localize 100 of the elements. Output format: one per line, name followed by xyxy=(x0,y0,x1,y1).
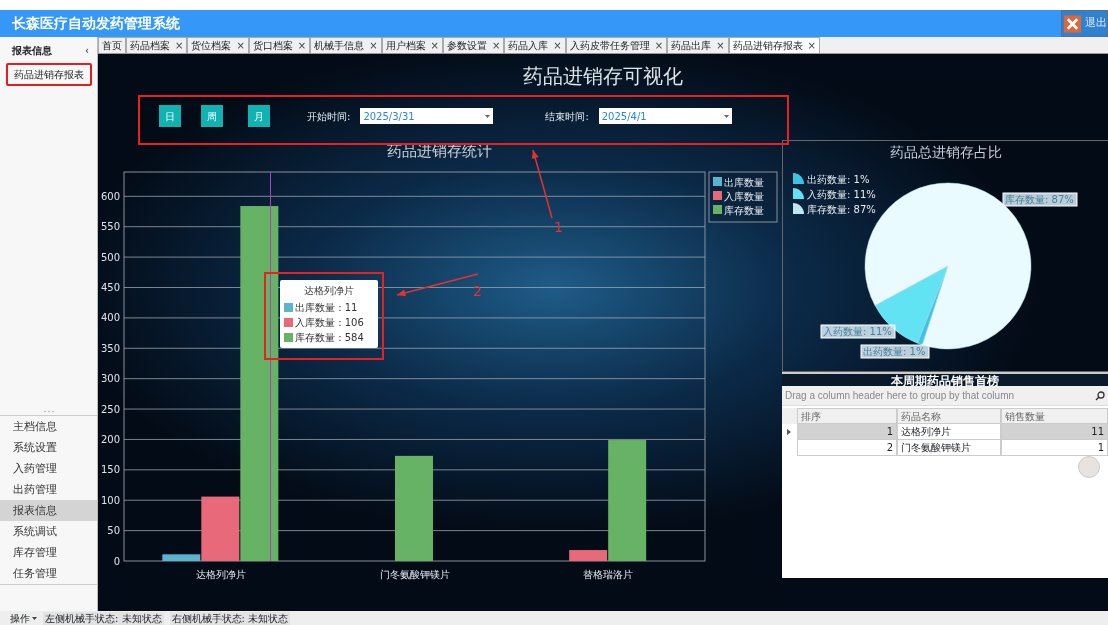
legend-label: 入药数量: 11% xyxy=(807,189,876,200)
avatar[interactable] xyxy=(1078,456,1100,478)
axis-tick-label: 0 xyxy=(113,555,120,567)
tooltip-value: 出库数量 : 11 xyxy=(295,301,358,315)
axis-tick-label: 500 xyxy=(100,251,120,263)
axis-tick-label: 50 xyxy=(107,525,120,537)
legend-swatch xyxy=(713,205,722,214)
tab-close-button[interactable]: × xyxy=(654,38,664,53)
tab-label: 药品入库 xyxy=(508,39,549,53)
nav-item[interactable]: 报表信息 xyxy=(0,500,97,521)
callout-arrow xyxy=(531,149,553,219)
tab-label: 用户档案 xyxy=(385,39,426,53)
axis-tick-label: 350 xyxy=(100,342,120,354)
tab[interactable]: 货位档案 × xyxy=(187,37,249,53)
nav-item[interactable]: 入药管理 xyxy=(0,458,97,479)
row-indicator-icon xyxy=(787,429,792,435)
app-title: 长森医疗自动发药管理系统 xyxy=(11,14,180,33)
legend-panel xyxy=(708,171,778,223)
grip-icon xyxy=(43,410,54,413)
data-label: : 11% xyxy=(863,326,892,337)
tab[interactable]: 入药皮带任务管理 × xyxy=(565,37,668,53)
callout-number: 2 xyxy=(473,284,482,298)
tab-label: 药品进销存报表 xyxy=(732,39,803,53)
column-header[interactable]: 排序 xyxy=(796,408,898,424)
tab-label: 货位档案 xyxy=(191,39,232,53)
axis-tick-label: 250 xyxy=(100,403,120,415)
table-row[interactable]: 2 门冬氨酸钾镁片 1 xyxy=(782,440,1108,456)
tab[interactable]: 用户档案 × xyxy=(381,37,443,53)
tab[interactable]: 参数设置 × xyxy=(442,37,505,53)
tab-label: 药品档案 xyxy=(130,39,170,53)
callout-number: 1 xyxy=(554,220,563,234)
nav-item[interactable]: 主档信息 xyxy=(0,416,97,437)
caret-icon xyxy=(32,617,37,620)
close-icon xyxy=(1064,14,1081,33)
table-cell: 达格列净片 xyxy=(897,424,1001,440)
tab-close-button[interactable]: × xyxy=(716,38,725,53)
header-cell xyxy=(782,408,797,424)
field-label: 结束时间: xyxy=(545,109,589,124)
category-label: 达格列净片 xyxy=(195,569,246,580)
tab-close-button[interactable]: × xyxy=(236,38,245,53)
slice-label: 库存数量: 87% xyxy=(1002,192,1078,207)
category-label: 替格瑞洛片 xyxy=(583,569,634,580)
table-cell: 1 xyxy=(796,424,898,440)
table-cell: 2 xyxy=(796,440,898,456)
tab[interactable]: 机械手信息 × xyxy=(310,37,382,53)
collapse-button[interactable]: ‹ xyxy=(85,43,89,58)
axis-tick-label: 100 xyxy=(100,494,120,506)
tab[interactable]: 货口档案 × xyxy=(248,37,311,53)
status-text: 右侧机械手状态: 未知状态 xyxy=(169,611,291,625)
legend-label: 库存数量 xyxy=(724,205,764,216)
tab-close-button[interactable]: × xyxy=(491,38,501,53)
legend-swatch xyxy=(713,191,722,200)
tab[interactable]: 药品出库 × xyxy=(667,37,729,53)
column-header[interactable]: 销售数量 xyxy=(1000,408,1108,424)
caret-icon xyxy=(723,114,729,118)
nav-item[interactable]: 库存管理 xyxy=(0,542,97,563)
tab-close-button[interactable]: × xyxy=(430,38,439,53)
legend-swatch xyxy=(713,177,722,186)
tab-close-button[interactable]: × xyxy=(553,38,562,53)
legend-label: 出药数量: 1% xyxy=(807,174,870,185)
legend-swatch xyxy=(793,188,804,199)
axis-tick-label: 200 xyxy=(100,433,120,445)
table-cell: 门冬氨酸钾镁片 xyxy=(897,440,1001,456)
tab-close-button[interactable]: × xyxy=(175,38,184,53)
legend-label: 库存数量: 87% xyxy=(807,204,876,215)
tab-label: 药品出库 xyxy=(671,39,712,53)
column-header[interactable]: 药品名称 xyxy=(897,408,1001,424)
tab-label: 机械手信息 xyxy=(314,39,365,53)
tooltip-value: 入库数量 : 106 xyxy=(295,316,364,330)
table-row[interactable]: 1 达格列净片 11 xyxy=(782,424,1108,440)
table-cell: 1 xyxy=(1000,440,1108,456)
menu-button[interactable]: 操作 xyxy=(10,611,37,625)
nav-item[interactable]: 系统设置 xyxy=(0,437,97,458)
tab[interactable]: 药品档案 × xyxy=(126,37,188,53)
tab-close-button[interactable]: × xyxy=(369,38,378,53)
status-text: 左侧机械手状态: 未知状态 xyxy=(43,611,164,625)
search-icon xyxy=(1095,390,1105,401)
tab[interactable]: 药品入库 × xyxy=(504,37,566,53)
slice-label: 入药数量: 11% xyxy=(820,324,896,339)
tab-label: 入药皮带任务管理 xyxy=(569,39,650,53)
field-label: 开始时间: xyxy=(307,109,351,124)
data-label: : 1% xyxy=(903,346,926,357)
nav-item[interactable]: 系统调试 xyxy=(0,521,97,542)
axis-tick-label: 600 xyxy=(100,190,120,202)
tab[interactable]: 药品进销存报表 × xyxy=(728,37,820,53)
dashboard-title: 药品进销存可视化 xyxy=(522,63,684,90)
axis-tick-label: 150 xyxy=(100,464,120,476)
tooltip-value: 库存数量 : 584 xyxy=(295,331,364,345)
nav-item[interactable]: 出药管理 xyxy=(0,479,97,500)
legend-label: 出库数量 xyxy=(724,177,764,188)
sidebar-item[interactable]: 药品进销存报表 xyxy=(6,63,92,86)
tab-close-button[interactable]: × xyxy=(807,38,816,53)
tab-label: 参数设置 xyxy=(446,39,487,53)
tab-close-button[interactable]: × xyxy=(297,38,307,53)
date-field[interactable]: 2025/4/1 xyxy=(598,108,732,124)
slice-label: 库存数量 xyxy=(1005,194,1045,205)
date-field[interactable]: 2025/3/31 xyxy=(360,108,494,124)
chart-title: 药品总进销存占比 xyxy=(888,143,1003,162)
nav-item[interactable]: 任务管理 xyxy=(0,563,97,584)
tab[interactable]: 首页 xyxy=(98,37,126,53)
